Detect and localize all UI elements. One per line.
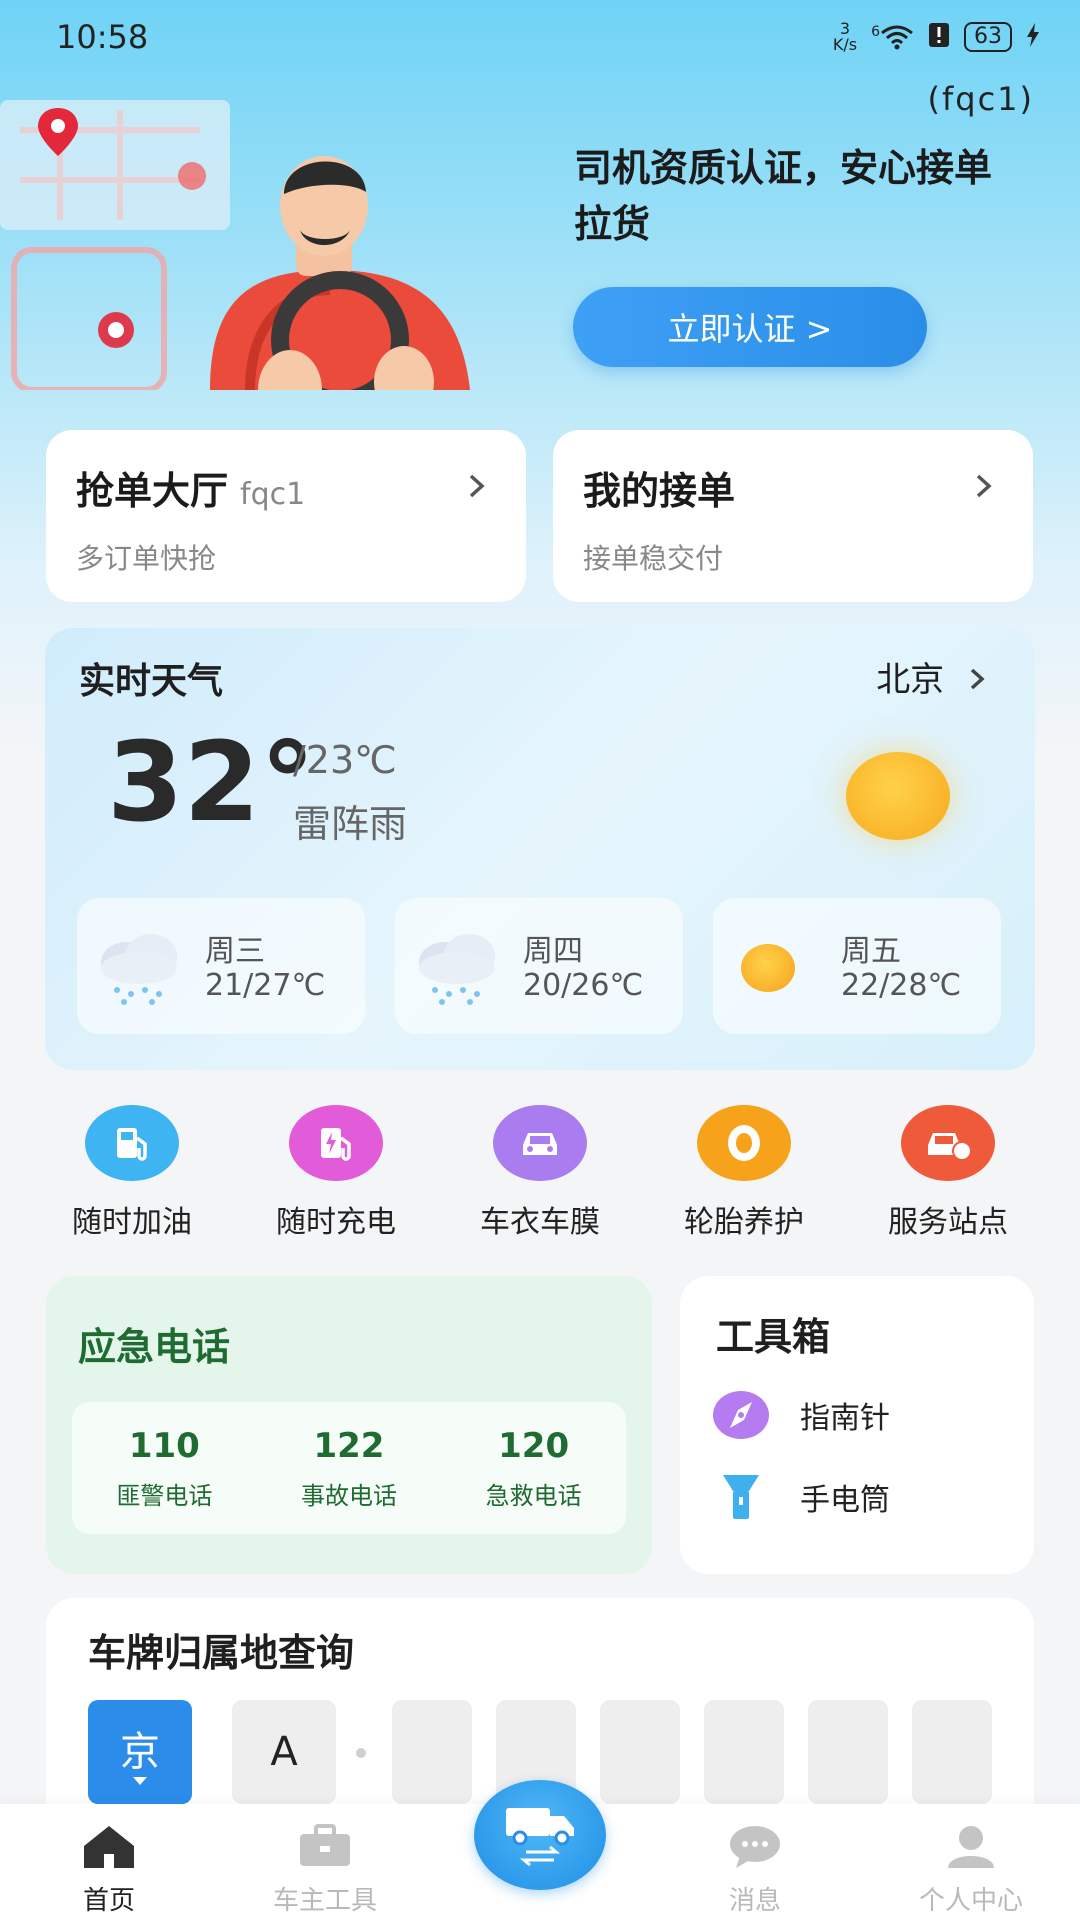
sun-icon bbox=[846, 752, 950, 840]
weather-city-selector[interactable]: 北京 bbox=[876, 652, 985, 701]
my-orders-title: 我的接单 bbox=[583, 469, 736, 513]
tool-flashlight[interactable]: 手电筒 bbox=[712, 1472, 890, 1522]
plate-letter-input[interactable]: A bbox=[232, 1700, 336, 1804]
weather-card: 实时天气 北京 32° /23℃ 雷阵雨 周三 21/27℃ 周四 20/26℃… bbox=[45, 628, 1035, 1070]
my-orders-subtitle: 接单稳交付 bbox=[583, 542, 724, 575]
status-time: 10:58 bbox=[56, 18, 149, 56]
certify-now-button[interactable]: 立即认证 > bbox=[573, 287, 927, 367]
caret-down-icon bbox=[133, 1777, 147, 1785]
service-station[interactable]: 服务站点 bbox=[846, 1105, 1050, 1240]
car-wrap-icon bbox=[493, 1105, 587, 1181]
emergency-accident[interactable]: 122 事故电话 bbox=[301, 1426, 397, 1511]
chevron-right-icon bbox=[975, 472, 993, 507]
chevron-right-icon bbox=[970, 668, 985, 690]
user-icon bbox=[886, 1818, 1056, 1874]
emergency-title: 应急电话 bbox=[78, 1325, 231, 1369]
compass-icon bbox=[712, 1390, 770, 1440]
alert-icon bbox=[928, 22, 950, 53]
battery-indicator: 63 bbox=[964, 22, 1012, 52]
plate-province-select[interactable]: 京 bbox=[88, 1700, 192, 1804]
emergency-numbers: 110 匪警电话 122 事故电话 120 急救电话 bbox=[72, 1402, 626, 1534]
tool-compass[interactable]: 指南针 bbox=[712, 1390, 890, 1440]
plate-char-input[interactable] bbox=[392, 1700, 472, 1804]
truck-icon bbox=[506, 1808, 574, 1867]
order-hall-subtitle: 多订单快抢 bbox=[76, 542, 217, 575]
rain-cloud-icon bbox=[101, 934, 177, 1005]
plate-char-input[interactable] bbox=[600, 1700, 680, 1804]
forecast-day: 周三 21/27℃ bbox=[77, 898, 365, 1034]
chevron-right-icon bbox=[468, 472, 486, 507]
plate-char-input[interactable] bbox=[912, 1700, 992, 1804]
nav-messages[interactable]: 消息 bbox=[670, 1818, 840, 1917]
forecast-day: 周四 20/26℃ bbox=[395, 898, 683, 1034]
service-tire[interactable]: 轮胎养护 bbox=[642, 1105, 846, 1240]
emergency-card: 应急电话 110 匪警电话 122 事故电话 120 急救电话 bbox=[46, 1276, 652, 1574]
plate-separator-dot bbox=[356, 1748, 366, 1758]
plate-char-input[interactable] bbox=[808, 1700, 888, 1804]
low-temperature: /23℃ bbox=[293, 738, 397, 782]
forecast-day: 周五 22/28℃ bbox=[713, 898, 1001, 1034]
rain-cloud-icon bbox=[419, 934, 495, 1005]
nav-center-truck-button[interactable] bbox=[474, 1780, 606, 1890]
plate-lookup-title: 车牌归属地查询 bbox=[88, 1631, 355, 1675]
sun-icon bbox=[741, 944, 795, 992]
service-car-wrap[interactable]: 车衣车膜 bbox=[438, 1105, 642, 1240]
flashlight-icon bbox=[712, 1472, 770, 1522]
network-speed: 3 K/s bbox=[832, 19, 858, 54]
charger-icon bbox=[289, 1105, 383, 1181]
service-grid: 随时加油 随时充电 车衣车膜 轮胎养护 服务站点 bbox=[30, 1105, 1050, 1240]
toolbox-icon bbox=[240, 1818, 410, 1874]
order-hall-card[interactable]: 抢单大厅 fqc1 多订单快抢 bbox=[46, 430, 526, 602]
emergency-ambulance[interactable]: 120 急救电话 bbox=[486, 1426, 582, 1511]
driver-illustration bbox=[0, 100, 470, 390]
toolbox-title: 工具箱 bbox=[716, 1315, 831, 1359]
home-icon bbox=[24, 1818, 194, 1874]
user-id-label: (fqc1) bbox=[927, 80, 1034, 118]
weather-description: 雷阵雨 bbox=[293, 802, 408, 846]
current-temperature: 32° bbox=[107, 718, 316, 846]
plate-char-input[interactable] bbox=[704, 1700, 784, 1804]
emergency-police[interactable]: 110 匪警电话 bbox=[116, 1426, 212, 1511]
charging-icon bbox=[1026, 22, 1040, 52]
nav-home[interactable]: 首页 bbox=[24, 1818, 194, 1917]
order-hall-tag: fqc1 bbox=[240, 477, 306, 512]
hero-headline: 司机资质认证，安心接单拉货 bbox=[574, 146, 993, 246]
tire-icon bbox=[697, 1105, 791, 1181]
wifi-icon: 6 bbox=[871, 24, 914, 50]
fuel-pump-icon bbox=[85, 1105, 179, 1181]
service-charge[interactable]: 随时充电 bbox=[234, 1105, 438, 1240]
status-bar: 10:58 3 K/s 6 63 bbox=[0, 0, 1080, 74]
message-icon bbox=[670, 1818, 840, 1874]
order-hall-title: 抢单大厅 fqc1 bbox=[76, 469, 306, 513]
status-icons: 3 K/s 6 63 bbox=[833, 21, 1040, 53]
my-orders-card[interactable]: 我的接单 接单稳交付 bbox=[553, 430, 1033, 602]
nav-owner-tools[interactable]: 车主工具 bbox=[240, 1818, 410, 1917]
toolbox-card: 工具箱 指南针 手电筒 bbox=[680, 1276, 1034, 1574]
weather-title: 实时天气 bbox=[79, 661, 224, 702]
service-fuel[interactable]: 随时加油 bbox=[30, 1105, 234, 1240]
car-service-icon bbox=[901, 1105, 995, 1181]
nav-profile[interactable]: 个人中心 bbox=[886, 1818, 1056, 1917]
